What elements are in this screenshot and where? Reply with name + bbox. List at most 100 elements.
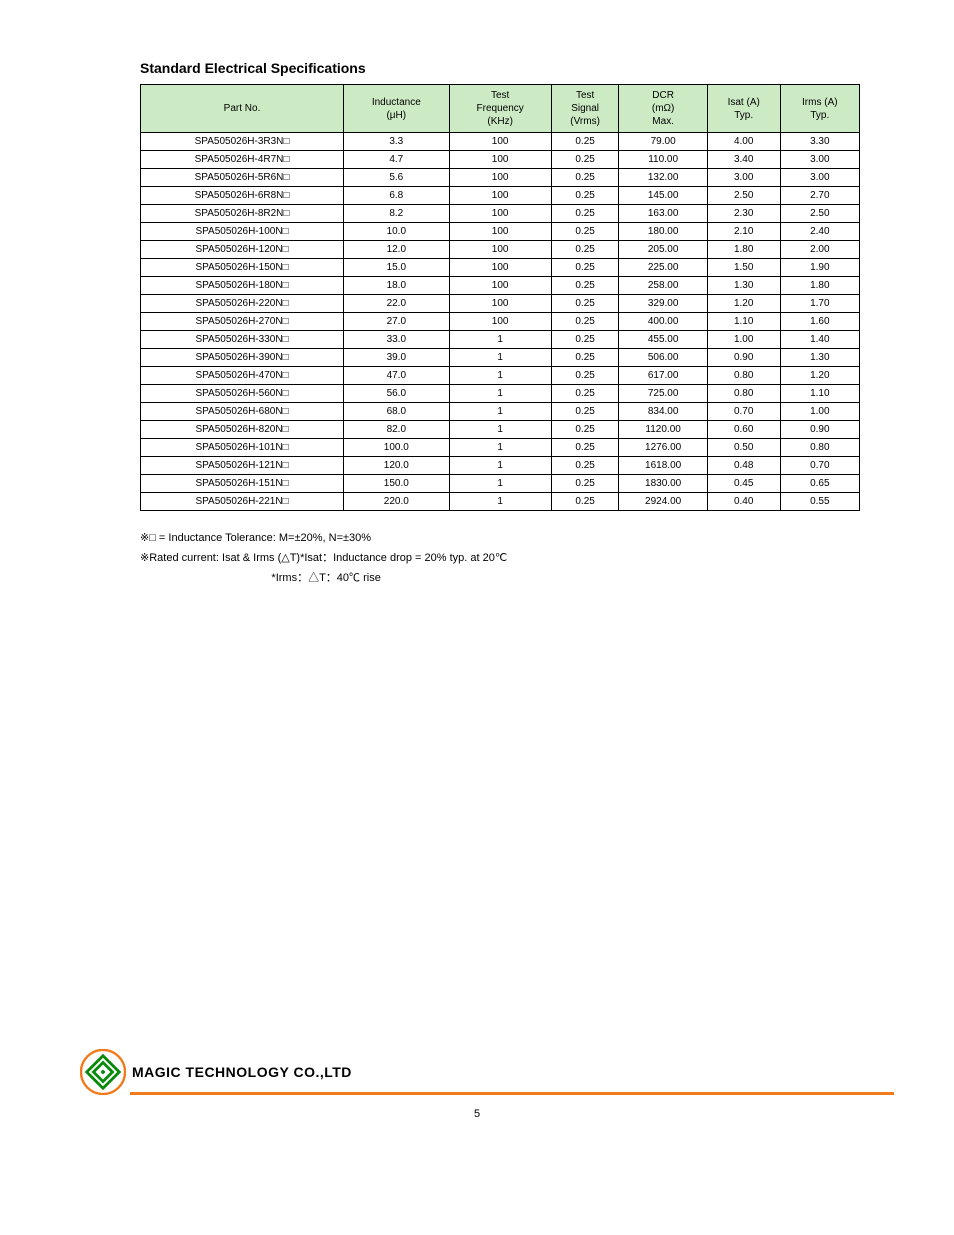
table-cell-ind: 18.0 (344, 277, 450, 295)
table-cell-irms: 3.00 (780, 151, 859, 169)
table-cell-dcr: 400.00 (619, 313, 707, 331)
table-cell-dcr: 79.00 (619, 133, 707, 151)
table-cell-isat: 4.00 (707, 133, 780, 151)
table-cell-isat: 1.80 (707, 241, 780, 259)
table-cell-sig: 0.25 (551, 493, 619, 511)
table-cell-freq: 100 (449, 205, 551, 223)
table-cell-isat: 0.80 (707, 385, 780, 403)
table-cell-isat: 3.00 (707, 169, 780, 187)
table-cell-freq: 1 (449, 331, 551, 349)
table-cell-freq: 100 (449, 169, 551, 187)
table-cell-ind: 15.0 (344, 259, 450, 277)
table-cell-ind: 100.0 (344, 439, 450, 457)
table-cell-irms: 0.90 (780, 421, 859, 439)
table-cell-pn: SPA505026H-6R8N□ (141, 187, 344, 205)
table-cell-dcr: 1830.00 (619, 475, 707, 493)
table-cell-ind: 3.3 (344, 133, 450, 151)
table-cell-dcr: 617.00 (619, 367, 707, 385)
table-cell-irms: 1.00 (780, 403, 859, 421)
table-row: SPA505026H-221N□220.010.252924.000.400.5… (141, 493, 860, 511)
table-cell-pn: SPA505026H-8R2N□ (141, 205, 344, 223)
table-cell-sig: 0.25 (551, 367, 619, 385)
table-cell-dcr: 225.00 (619, 259, 707, 277)
table-cell-isat: 0.40 (707, 493, 780, 511)
table-cell-pn: SPA505026H-390N□ (141, 349, 344, 367)
table-cell-ind: 6.8 (344, 187, 450, 205)
table-cell-pn: SPA505026H-220N□ (141, 295, 344, 313)
table-cell-pn: SPA505026H-330N□ (141, 331, 344, 349)
table-cell-pn: SPA505026H-180N□ (141, 277, 344, 295)
table-cell-sig: 0.25 (551, 295, 619, 313)
table-cell-sig: 0.25 (551, 385, 619, 403)
table-cell-dcr: 110.00 (619, 151, 707, 169)
table-cell-sig: 0.25 (551, 439, 619, 457)
table-cell-dcr: 163.00 (619, 205, 707, 223)
table-cell-dcr: 329.00 (619, 295, 707, 313)
table-cell-pn: SPA505026H-101N□ (141, 439, 344, 457)
table-cell-irms: 0.55 (780, 493, 859, 511)
notes: ※□ = Inductance Tolerance: M=±20%, N=±30… (140, 529, 894, 588)
table-cell-freq: 100 (449, 277, 551, 295)
table-cell-ind: 33.0 (344, 331, 450, 349)
table-cell-irms: 2.50 (780, 205, 859, 223)
table-cell-isat: 2.50 (707, 187, 780, 205)
table-row: SPA505026H-120N□12.01000.25205.001.802.0… (141, 241, 860, 259)
table-cell-dcr: 1120.00 (619, 421, 707, 439)
table-cell-freq: 1 (449, 475, 551, 493)
table-cell-isat: 1.10 (707, 313, 780, 331)
table-cell-irms: 0.65 (780, 475, 859, 493)
table-row: SPA505026H-220N□22.01000.25329.001.201.7… (141, 295, 860, 313)
company-name: MAGIC TECHNOLOGY CO.,LTD (132, 1064, 352, 1080)
table-cell-sig: 0.25 (551, 457, 619, 475)
note-line-3: *Irms：△T：40℃ rise (140, 569, 894, 589)
table-row: SPA505026H-101N□100.010.251276.000.500.8… (141, 439, 860, 457)
table-cell-freq: 100 (449, 313, 551, 331)
table-cell-isat: 3.40 (707, 151, 780, 169)
table-cell-ind: 8.2 (344, 205, 450, 223)
table-cell-ind: 56.0 (344, 385, 450, 403)
table-row: SPA505026H-3R3N□3.31000.2579.004.003.30 (141, 133, 860, 151)
table-cell-sig: 0.25 (551, 421, 619, 439)
table-cell-freq: 1 (449, 367, 551, 385)
table-cell-dcr: 1618.00 (619, 457, 707, 475)
table-cell-isat: 0.48 (707, 457, 780, 475)
table-row: SPA505026H-560N□56.010.25725.000.801.10 (141, 385, 860, 403)
table-cell-freq: 100 (449, 133, 551, 151)
table-cell-dcr: 258.00 (619, 277, 707, 295)
table-cell-ind: 220.0 (344, 493, 450, 511)
table-cell-ind: 27.0 (344, 313, 450, 331)
company-logo-icon (80, 1049, 126, 1095)
table-cell-freq: 1 (449, 457, 551, 475)
table-cell-sig: 0.25 (551, 151, 619, 169)
header-dcr: DCR(mΩ)Max. (619, 85, 707, 133)
table-row: SPA505026H-6R8N□6.81000.25145.002.502.70 (141, 187, 860, 205)
table-cell-ind: 120.0 (344, 457, 450, 475)
table-cell-irms: 1.10 (780, 385, 859, 403)
table-cell-ind: 68.0 (344, 403, 450, 421)
footer-logo-block: MAGIC TECHNOLOGY CO.,LTD (80, 1049, 352, 1095)
table-cell-isat: 1.00 (707, 331, 780, 349)
table-cell-isat: 0.45 (707, 475, 780, 493)
table-cell-sig: 0.25 (551, 205, 619, 223)
table-cell-isat: 2.30 (707, 205, 780, 223)
header-freq: TestFrequency(KHz) (449, 85, 551, 133)
table-cell-dcr: 132.00 (619, 169, 707, 187)
table-cell-ind: 150.0 (344, 475, 450, 493)
table-cell-sig: 0.25 (551, 241, 619, 259)
table-cell-sig: 0.25 (551, 403, 619, 421)
table-cell-pn: SPA505026H-120N□ (141, 241, 344, 259)
table-row: SPA505026H-330N□33.010.25455.001.001.40 (141, 331, 860, 349)
table-cell-ind: 47.0 (344, 367, 450, 385)
table-cell-freq: 100 (449, 241, 551, 259)
table-cell-irms: 2.00 (780, 241, 859, 259)
table-cell-dcr: 1276.00 (619, 439, 707, 457)
table-cell-pn: SPA505026H-5R6N□ (141, 169, 344, 187)
table-cell-sig: 0.25 (551, 349, 619, 367)
table-row: SPA505026H-4R7N□4.71000.25110.003.403.00 (141, 151, 860, 169)
table-cell-sig: 0.25 (551, 277, 619, 295)
table-cell-dcr: 145.00 (619, 187, 707, 205)
table-cell-pn: SPA505026H-3R3N□ (141, 133, 344, 151)
table-row: SPA505026H-5R6N□5.61000.25132.003.003.00 (141, 169, 860, 187)
table-cell-sig: 0.25 (551, 187, 619, 205)
table-cell-irms: 0.80 (780, 439, 859, 457)
